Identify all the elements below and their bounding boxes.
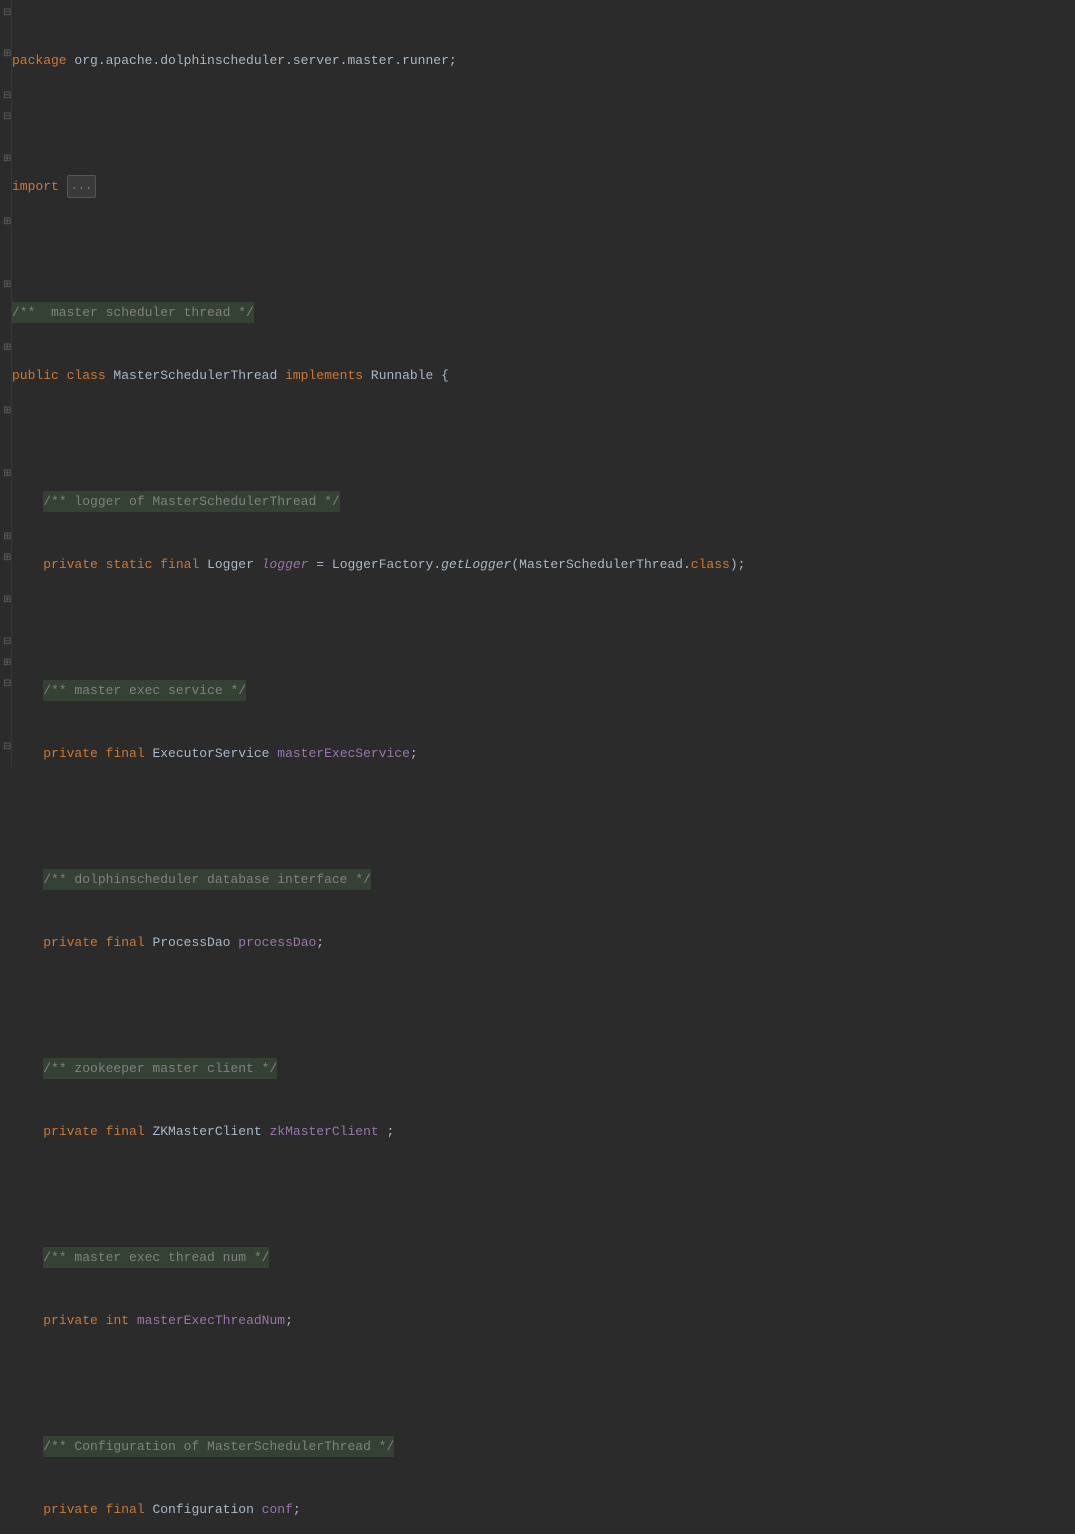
field-name: masterExecThreadNum [137,1310,285,1331]
field-comment: /** zookeeper master client */ [43,1058,277,1079]
fold-marker[interactable]: ⊞ [3,219,11,227]
fold-marker[interactable]: ⊞ [3,597,11,605]
field-logger: logger [262,554,309,575]
code-area[interactable]: package org.apache.dolphinscheduler.serv… [12,0,1075,767]
field-comment: /** master exec thread num */ [43,1247,269,1268]
fold-marker[interactable]: ⊞ [3,471,11,479]
keyword-public: public [12,365,67,386]
fold-marker[interactable]: ⊞ [3,408,11,416]
fold-marker[interactable]: ⊟ [3,639,11,647]
keyword-import: import [12,176,67,197]
fold-marker[interactable]: ⊟ [3,114,11,122]
fold-marker[interactable]: ⊞ [3,660,11,668]
field-name: conf [262,1499,293,1520]
brace: { [441,365,449,386]
package-name: org.apache.dolphinscheduler.server.maste… [74,50,448,71]
field-name: zkMasterClient [269,1121,386,1142]
field-comment: /** Configuration of MasterSchedulerThre… [43,1436,394,1457]
field-comment: /** dolphinscheduler database interface … [43,869,371,890]
fold-marker[interactable]: ⊟ [3,93,11,101]
fold-marker[interactable]: ⊞ [3,156,11,164]
fold-marker[interactable]: ⊞ [3,51,11,59]
field-comment: /** logger of MasterSchedulerThread */ [43,491,339,512]
semicolon: ; [449,50,457,71]
fold-marker[interactable]: ⊟ [3,681,11,689]
fold-marker[interactable]: ⊞ [3,534,11,542]
field-comment: /** master exec service */ [43,680,246,701]
field-name: processDao [238,932,316,953]
class-name: MasterSchedulerThread [113,365,285,386]
fold-marker[interactable]: ⊞ [3,282,11,290]
keyword-implements: implements [285,365,371,386]
keyword-class: class [67,365,114,386]
fold-marker[interactable]: ⊞ [3,345,11,353]
field-name: masterExecService [277,743,410,764]
gutter: ⊟ ⊞ ⊟ ⊟ ⊞ ⊞ ⊞ ⊞ ⊞ ⊞ ⊞ ⊞ ⊞ ⊟ ⊞ ⊟ ⊟ [0,0,12,767]
keyword-package: package [12,50,74,71]
fold-marker[interactable]: ⊟ [3,744,11,752]
interface-name: Runnable [371,365,441,386]
fold-marker[interactable]: ⊟ [3,10,11,18]
fold-box-imports[interactable]: ... [67,175,97,198]
code-editor[interactable]: ⊟ ⊞ ⊟ ⊟ ⊞ ⊞ ⊞ ⊞ ⊞ ⊞ ⊞ ⊞ ⊞ ⊟ ⊞ ⊟ ⊟ packag… [0,0,1075,767]
fold-marker[interactable]: ⊞ [3,555,11,563]
class-comment: /** master scheduler thread */ [12,302,254,323]
